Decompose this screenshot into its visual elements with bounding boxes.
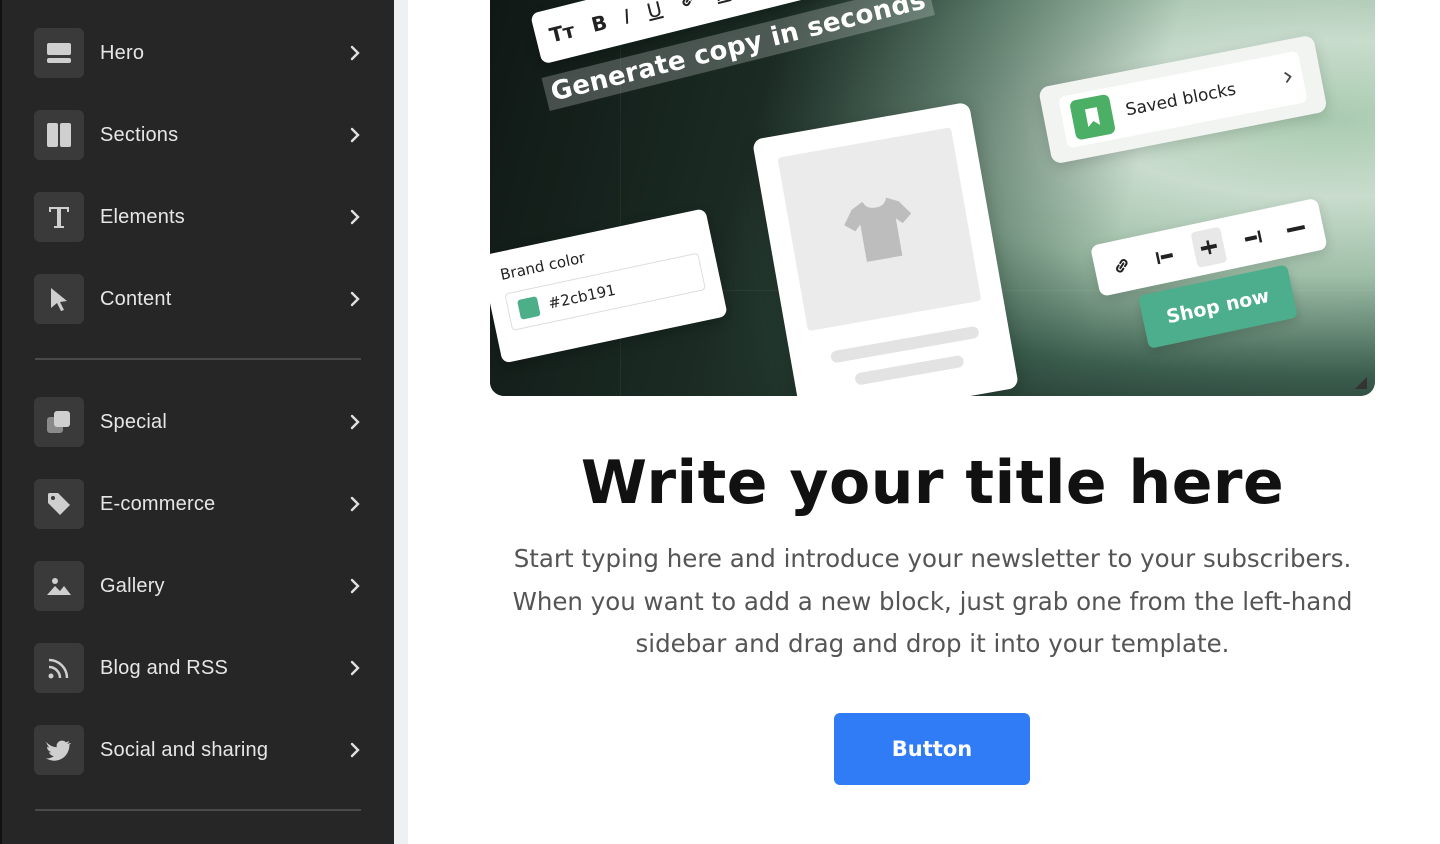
saved-blocks-label: Saved blocks xyxy=(1124,79,1238,121)
bold-icon: B xyxy=(588,10,610,38)
chevron-right-icon xyxy=(346,577,364,595)
tag-icon xyxy=(34,479,84,529)
align-full-icon xyxy=(1277,208,1314,250)
sidebar-item-social-and-sharing[interactable]: Social and sharing xyxy=(34,725,364,775)
underline-icon: U xyxy=(644,0,665,24)
sidebar-item-elements[interactable]: Elements xyxy=(34,192,364,242)
color-swatch xyxy=(517,296,541,320)
chevron-right-icon xyxy=(346,495,364,513)
hero-icon xyxy=(34,28,84,78)
link-icon xyxy=(1103,245,1140,287)
chevron-right-icon xyxy=(346,208,364,226)
sidebar-item-label: Social and sharing xyxy=(100,738,269,761)
sidebar-item-label: Special xyxy=(100,410,167,433)
sidebar-item-e-commerce[interactable]: E-commerce xyxy=(34,479,364,529)
resize-handle-icon[interactable] xyxy=(1355,376,1367,389)
sidebar-item-label: Elements xyxy=(100,205,185,228)
hero-image[interactable]: Tт B I U A # Generate copy in seconds Sa… xyxy=(490,0,1375,396)
pointer-icon xyxy=(34,274,84,324)
sidebar-item-special[interactable]: Special xyxy=(34,397,364,447)
font-color-icon: A xyxy=(713,0,732,6)
chevron-right-icon xyxy=(346,44,364,62)
link-icon xyxy=(676,0,701,16)
sidebar-item-sections[interactable]: Sections xyxy=(34,110,364,160)
twitter-icon xyxy=(34,725,84,775)
sidebar-item-label: Sections xyxy=(100,123,179,146)
align-right-icon xyxy=(1234,217,1271,259)
sidebar-divider xyxy=(35,809,361,811)
sidebar-item-label: Gallery xyxy=(100,574,165,597)
layers-icon xyxy=(34,397,84,447)
sidebar: Hero Sections Elements Content Special E… xyxy=(0,0,394,844)
columns-icon xyxy=(34,110,84,160)
sidebar-item-label: Blog and RSS xyxy=(100,656,229,679)
product-text-line xyxy=(854,354,965,386)
sidebar-item-blog-and-rss[interactable]: Blog and RSS xyxy=(34,643,364,693)
brand-color-value: #2cb191 xyxy=(546,280,618,313)
sidebar-item-label: E-commerce xyxy=(100,492,216,515)
body-text[interactable]: Start typing here and introduce your new… xyxy=(490,538,1375,666)
cta-button[interactable]: Button xyxy=(834,713,1030,785)
text-icon xyxy=(34,192,84,242)
sidebar-item-label: Content xyxy=(100,287,172,310)
text-size-icon: Tт xyxy=(546,18,578,48)
chevron-right-icon xyxy=(346,126,364,144)
align-left-icon xyxy=(1147,236,1184,278)
canvas-gutter xyxy=(394,0,408,844)
rss-icon xyxy=(34,643,84,693)
email-canvas: Tт B I U A # Generate copy in seconds Sa… xyxy=(408,0,1440,844)
chevron-right-icon xyxy=(346,290,364,308)
chevron-right-icon xyxy=(346,741,364,759)
tshirt-icon xyxy=(777,127,982,332)
sidebar-item-label: Hero xyxy=(100,41,145,64)
sidebar-divider xyxy=(35,358,361,360)
sidebar-item-hero[interactable]: Hero xyxy=(34,28,364,78)
align-center-icon xyxy=(1190,226,1228,269)
sidebar-item-content[interactable]: Content xyxy=(34,274,364,324)
image-icon xyxy=(34,561,84,611)
page-title[interactable]: Write your title here xyxy=(490,448,1375,518)
sidebar-item-gallery[interactable]: Gallery xyxy=(34,561,364,611)
bookmark-icon xyxy=(1069,93,1117,141)
chevron-right-icon xyxy=(346,413,364,431)
italic-icon: I xyxy=(621,4,633,29)
chevron-right-icon xyxy=(346,659,364,677)
